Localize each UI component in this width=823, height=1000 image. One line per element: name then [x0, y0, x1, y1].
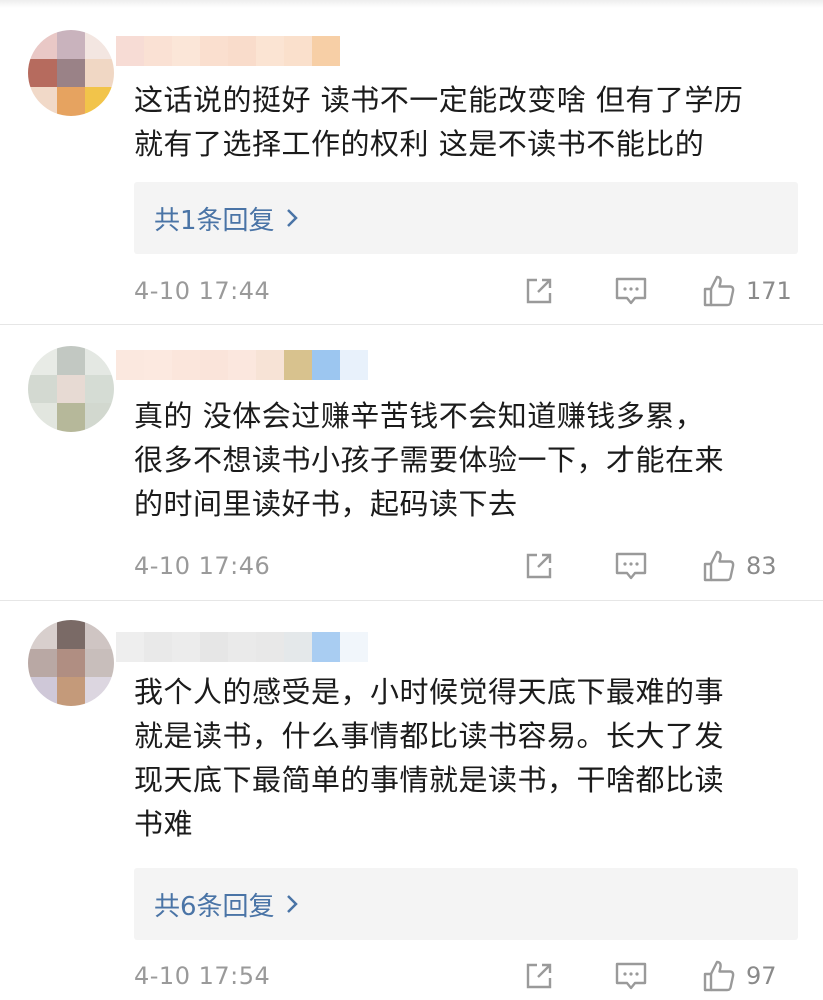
- comment-meta: 4-10 17:46 83: [134, 548, 798, 584]
- comment-meta: 4-10 17:44 171: [134, 273, 798, 309]
- thumbs-up-icon[interactable]: [702, 274, 736, 308]
- chevron-right-icon: [285, 893, 299, 915]
- action-bar: 83: [522, 548, 798, 584]
- comment-icon[interactable]: [614, 274, 648, 308]
- avatar[interactable]: [28, 346, 114, 432]
- timestamp: 4-10 17:46: [134, 552, 271, 580]
- comment-icon[interactable]: [614, 959, 648, 993]
- top-edge: [0, 0, 823, 8]
- reply-count-label: 共6条回复: [154, 891, 275, 922]
- avatar[interactable]: [28, 620, 114, 706]
- comment-meta: 4-10 17:54 97: [134, 958, 798, 994]
- action-bar: 171: [522, 273, 798, 309]
- thumbs-up-icon[interactable]: [702, 549, 736, 583]
- timestamp: 4-10 17:44: [134, 277, 271, 305]
- share-icon[interactable]: [522, 549, 556, 583]
- timestamp: 4-10 17:54: [134, 962, 271, 990]
- like-count: 171: [746, 277, 792, 305]
- avatar[interactable]: [28, 30, 114, 116]
- divider: [0, 324, 823, 325]
- comment-text: 真的 没体会过赚辛苦钱不会知道赚钱多累， 很多不想读书小孩子需要体验一下，才能在…: [134, 399, 725, 521]
- username-blurred[interactable]: [116, 36, 340, 66]
- like-count: 83: [746, 552, 777, 580]
- reply-count-label: 共1条回复: [154, 205, 275, 236]
- comment-icon[interactable]: [614, 549, 648, 583]
- share-icon[interactable]: [522, 959, 556, 993]
- like-count: 97: [746, 962, 777, 990]
- thumbs-up-icon[interactable]: [702, 959, 736, 993]
- view-replies-button[interactable]: 共6条回复: [134, 868, 798, 940]
- share-icon[interactable]: [522, 274, 556, 308]
- divider: [0, 600, 823, 601]
- username-blurred[interactable]: [116, 632, 368, 662]
- comment-text: 我个人的感受是，小时候觉得天底下最难的事 就是读书，什么事情都比读书容易。长大了…: [134, 675, 725, 841]
- username-blurred[interactable]: [116, 350, 368, 380]
- chevron-right-icon: [285, 207, 299, 229]
- comment-text: 这话说的挺好 读书不一定能改变啥 但有了学历 就有了选择工作的权利 这是不读书不…: [134, 83, 744, 161]
- action-bar: 97: [522, 958, 798, 994]
- view-replies-button[interactable]: 共1条回复: [134, 182, 798, 254]
